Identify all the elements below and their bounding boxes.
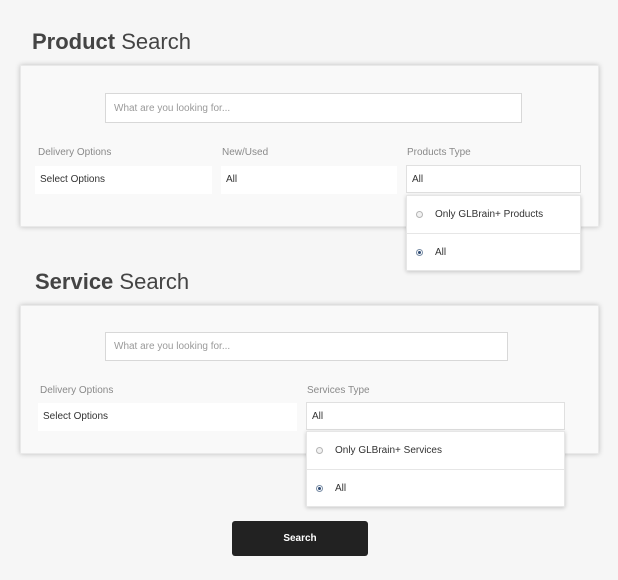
service-type-label: Services Type [307,385,370,396]
product-condition-value: All [226,174,238,185]
service-type-value: All [312,411,324,422]
service-delivery-select[interactable]: Select Options [38,403,297,431]
service-type-option-label: All [335,482,347,494]
product-type-value: All [412,174,424,185]
product-type-option-label: All [435,246,447,258]
service-type-dropdown: Only GLBrain+ Services All [306,431,565,507]
product-type-option-glbrain[interactable]: Only GLBrain+ Products [407,196,580,233]
service-type-option-glbrain[interactable]: Only GLBrain+ Services [307,432,564,469]
radio-unchecked-icon [416,211,423,218]
product-search-input[interactable] [105,93,522,123]
search-button[interactable]: Search [232,521,368,556]
radio-checked-icon [316,484,323,492]
product-delivery-label: Delivery Options [38,147,112,158]
product-type-option-all[interactable]: All [407,233,580,270]
product-type-label: Products Type [407,147,471,158]
product-condition-select[interactable]: All [221,166,397,194]
product-type-option-label: Only GLBrain+ Products [435,209,544,220]
product-search-title: Product Search [32,29,191,55]
service-search-title-rest: Search [113,269,190,294]
product-delivery-value: Select Options [40,174,106,185]
service-type-select[interactable]: All [306,402,565,430]
service-search-title-bold: Service [35,269,114,294]
service-type-option-all[interactable]: All [307,469,564,506]
product-delivery-select[interactable]: Select Options [35,166,212,194]
service-type-option-label: Only GLBrain+ Services [335,445,442,456]
product-condition-label: New/Used [222,147,269,158]
radio-unchecked-icon [316,447,323,454]
product-type-dropdown: Only GLBrain+ Products All [406,195,581,271]
service-search-title: Service Search [35,269,189,295]
radio-checked-icon [416,248,423,256]
service-search-input[interactable] [105,332,508,361]
service-delivery-label: Delivery Options [40,385,114,396]
service-delivery-value: Select Options [43,411,109,422]
product-search-title-rest: Search [115,29,191,54]
product-search-title-bold: Product [32,29,116,54]
product-type-select[interactable]: All [406,165,581,193]
